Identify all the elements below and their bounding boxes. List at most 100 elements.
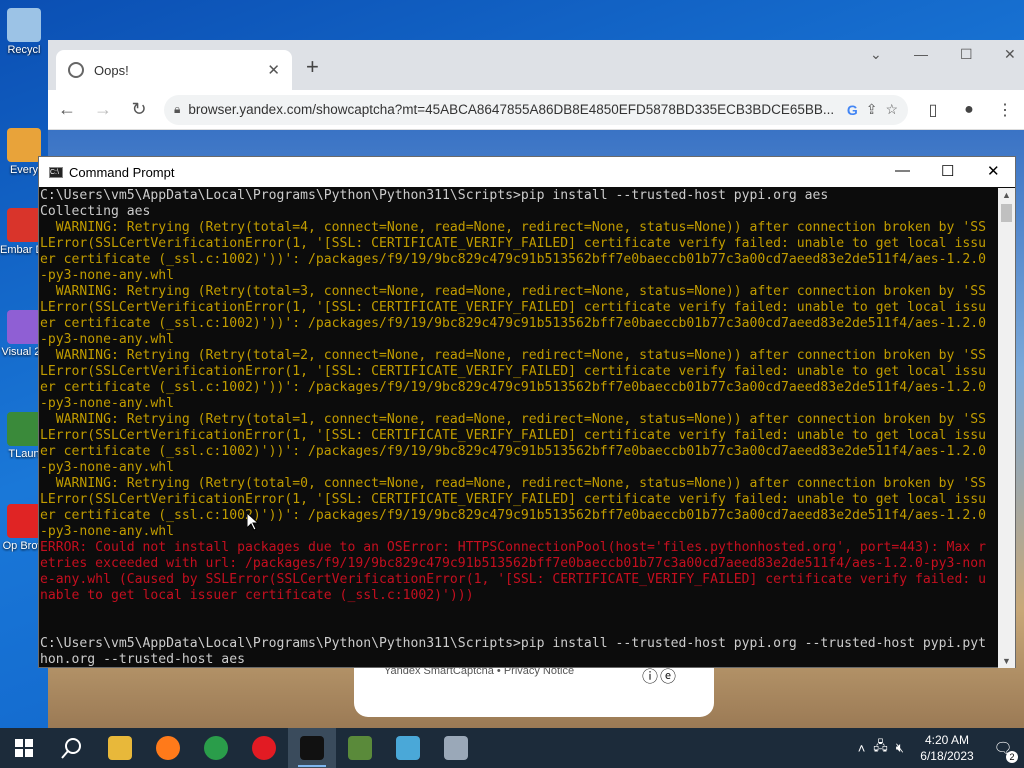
console-line: WARNING: Retrying (Retry(total=4, connec…	[40, 220, 986, 235]
console-line: er certificate (_ssl.c:1002)'))': /packa…	[40, 444, 986, 459]
browser-toolbar: ← → ↻ 🔒︎ browser.yandex.com/showcaptcha?…	[48, 90, 1024, 130]
console-line: LError(SSLCertVerificationError(1, '[SSL…	[40, 236, 986, 251]
minecraft-icon	[348, 736, 372, 760]
reload-icon[interactable]: ↻	[128, 99, 150, 120]
menu-icon[interactable]: ⋮	[994, 100, 1016, 120]
console-line: WARNING: Retrying (Retry(total=3, connec…	[40, 284, 986, 299]
search-button[interactable]	[48, 728, 96, 768]
scroll-up-icon[interactable]: ▲	[998, 190, 1015, 200]
notifications-icon[interactable]: 🗨︎ 2	[990, 739, 1018, 763]
desktop-icon-label: Recycl	[7, 44, 41, 56]
globe-icon	[68, 62, 84, 78]
tab-search-icon[interactable]: ⌄	[870, 46, 882, 63]
chevron-up-icon[interactable]: ˄	[858, 741, 866, 756]
notification-count: 2	[1006, 751, 1018, 763]
minimize-button[interactable]: —	[914, 46, 928, 62]
console-line: LError(SSLCertVerificationError(1, '[SSL…	[40, 364, 986, 379]
url-text: browser.yandex.com/showcaptcha?mt=45ABCA…	[188, 102, 835, 117]
taskbar-file-explorer[interactable]	[96, 728, 144, 768]
forward-icon[interactable]: →	[92, 99, 114, 120]
app-icon	[7, 208, 41, 242]
console-line: WARNING: Retrying (Retry(total=2, connec…	[40, 348, 986, 363]
taskbar-app-blue[interactable]	[384, 728, 432, 768]
console-line: hon.org --trusted-host aes	[40, 652, 245, 667]
taskbar-app-gray[interactable]	[432, 728, 480, 768]
close-tab-icon[interactable]: ✕	[267, 61, 280, 79]
address-bar[interactable]: 🔒︎ browser.yandex.com/showcaptcha?mt=45A…	[164, 94, 908, 125]
command-prompt-icon	[300, 736, 324, 760]
app-icon	[7, 310, 41, 344]
console-line: ERROR: Could not install packages due to…	[40, 540, 986, 555]
console-line: er certificate (_ssl.c:1002)'))': /packa…	[40, 380, 986, 395]
new-tab-button[interactable]: +	[306, 54, 319, 80]
console-line: er certificate (_ssl.c:1002)'))': /packa…	[40, 508, 986, 523]
cmd-close-button[interactable]: ✕	[987, 162, 1000, 180]
google-icon[interactable]: G	[847, 102, 858, 118]
profile-icon[interactable]: ●	[958, 101, 980, 119]
scroll-thumb[interactable]	[1001, 204, 1012, 222]
taskbar: ˄ 🖧︎ 🔇︎ 4:20 AM 6/18/2023 🗨︎ 2	[0, 728, 1024, 768]
app-gray-icon	[444, 736, 468, 760]
cmd-app-icon: C:\	[49, 166, 63, 178]
windows-icon	[15, 739, 33, 757]
app-icon	[7, 8, 41, 42]
side-panel-icon[interactable]: ▯	[922, 100, 944, 120]
desktop-icon[interactable]: Recycl	[0, 8, 48, 56]
desktop: RecyclEveryEmbar Dev-Visual 20TLaunOp Br…	[0, 0, 1024, 728]
tab-strip: Oops! ✕ + ⌄ — ☐ ✕	[48, 40, 1024, 90]
console-line: er certificate (_ssl.c:1002)'))': /packa…	[40, 252, 986, 267]
console-line: LError(SSLCertVerificationError(1, '[SSL…	[40, 300, 986, 315]
console-line: nable to get local issuer certificate (_…	[40, 588, 474, 603]
taskbar-minecraft[interactable]	[336, 728, 384, 768]
opera-icon	[252, 736, 276, 760]
tab-title: Oops!	[94, 62, 129, 78]
console-line: -py3-none-any.whl	[40, 524, 175, 539]
network-icon[interactable]: 🖧︎	[873, 737, 888, 759]
system-tray: ˄ 🖧︎ 🔇︎ 4:20 AM 6/18/2023 🗨︎ 2	[858, 728, 1024, 768]
console-line: -py3-none-any.whl	[40, 332, 175, 347]
volume-muted-icon[interactable]: 🔇︎	[896, 740, 904, 756]
cmd-maximize-button[interactable]: ☐	[941, 162, 954, 180]
console-line: LError(SSLCertVerificationError(1, '[SSL…	[40, 428, 986, 443]
lock-icon[interactable]: 🔒︎	[174, 102, 180, 117]
scroll-down-icon[interactable]: ▼	[998, 656, 1015, 666]
maximize-button[interactable]: ☐	[960, 46, 973, 63]
console-line: -py3-none-any.whl	[40, 268, 175, 283]
app-icon	[7, 128, 41, 162]
taskbar-chrome[interactable]	[192, 728, 240, 768]
console-line: Collecting aes	[40, 204, 151, 219]
clock-date: 6/18/2023	[920, 749, 974, 763]
clock[interactable]: 4:20 AM 6/18/2023	[912, 732, 982, 764]
share-icon[interactable]: ⇪	[866, 101, 878, 118]
app-icon	[7, 504, 41, 538]
console-line: C:\Users\vm5\AppData\Local\Programs\Pyth…	[40, 188, 829, 203]
taskbar-firefox[interactable]	[144, 728, 192, 768]
console-output[interactable]: C:\Users\vm5\AppData\Local\Programs\Pyth…	[39, 188, 999, 668]
cmd-title: Command Prompt	[69, 164, 175, 180]
search-icon	[61, 738, 81, 759]
file-explorer-icon	[108, 736, 132, 760]
console-line: etries exceeded with url: /packages/f9/1…	[40, 556, 986, 571]
start-button[interactable]	[0, 728, 48, 768]
console-scrollbar[interactable]: ▲ ▼	[998, 188, 1015, 668]
cmd-minimize-button[interactable]: —	[895, 162, 910, 179]
console-line: e-any.whl (Caused by SSLError(SSLCertVer…	[40, 572, 986, 587]
console-line: C:\Users\vm5\AppData\Local\Programs\Pyth…	[40, 636, 986, 651]
console-line: -py3-none-any.whl	[40, 460, 175, 475]
taskbar-command-prompt[interactable]	[288, 728, 336, 768]
close-button[interactable]: ✕	[1004, 46, 1016, 63]
app-blue-icon	[396, 736, 420, 760]
console-line: WARNING: Retrying (Retry(total=0, connec…	[40, 476, 986, 491]
firefox-icon	[156, 736, 180, 760]
cmd-title-bar[interactable]: C:\ Command Prompt — ☐ ✕	[39, 157, 1015, 187]
taskbar-opera[interactable]	[240, 728, 288, 768]
star-icon[interactable]: ☆	[885, 101, 898, 118]
browser-tab[interactable]: Oops! ✕	[56, 50, 292, 90]
console-line: LError(SSLCertVerificationError(1, '[SSL…	[40, 492, 986, 507]
back-icon[interactable]: ←	[56, 99, 78, 120]
app-icon	[7, 412, 41, 446]
clock-time: 4:20 AM	[924, 733, 970, 747]
console-line: WARNING: Retrying (Retry(total=1, connec…	[40, 412, 986, 427]
